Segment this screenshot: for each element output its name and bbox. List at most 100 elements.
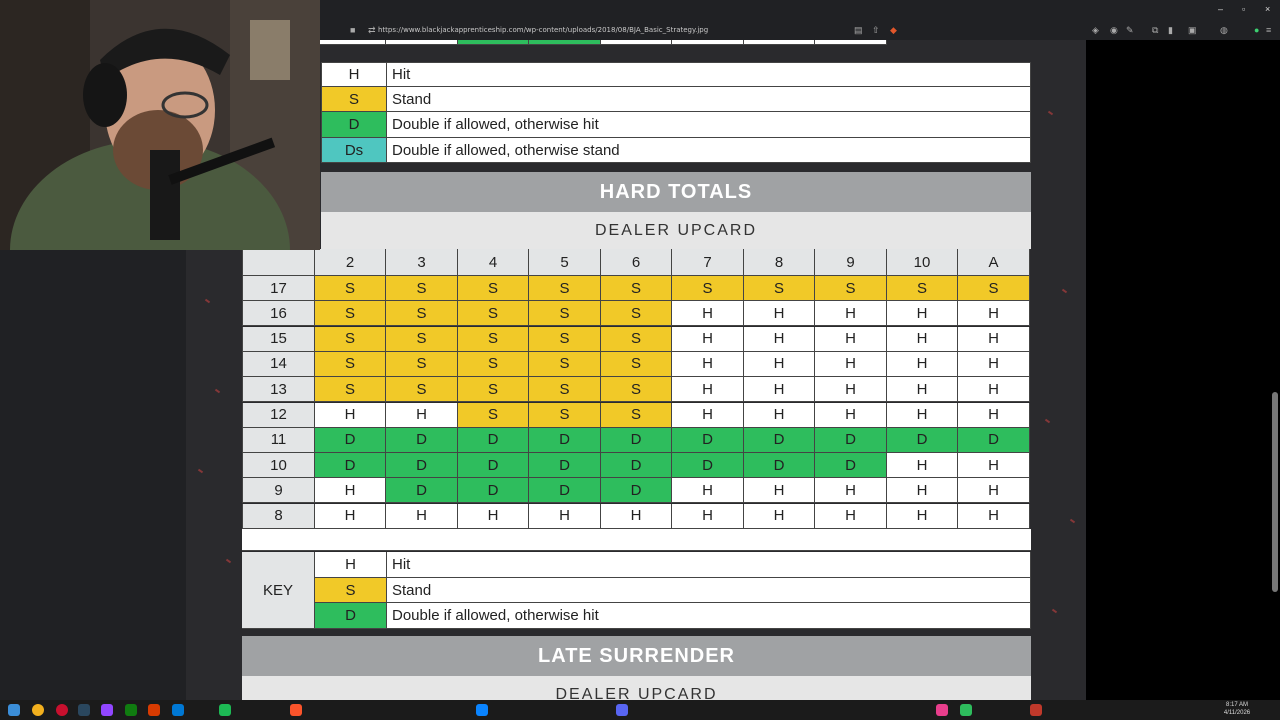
strategy-cell: D [386,427,458,453]
clock[interactable]: 8:17 AM 4/11/2026 [1222,701,1252,717]
strategy-cell: H [744,301,815,327]
extension-icon[interactable]: ◈ [1092,25,1099,35]
strategy-cell: H [672,351,744,377]
strategy-cell: S [386,377,458,403]
strategy-cell: S [315,377,386,403]
wallet-icon[interactable]: ▣ [1188,25,1197,35]
strategy-cell: S [315,351,386,377]
key-code: H [321,62,387,87]
minimize-button[interactable]: – [1218,4,1223,14]
pen-icon[interactable]: ✎ [1126,25,1134,35]
basic-strategy-chart: H Hit S Stand D Double if allowed, other… [242,40,1031,700]
strategy-cell: H [744,478,815,504]
app-icon[interactable] [1030,704,1042,716]
strategy-cell: S [672,276,744,301]
strategy-cell: S [458,301,529,327]
clock-date: 4/11/2026 [1223,710,1251,716]
app-icon[interactable] [172,704,184,716]
brave-icon[interactable] [290,704,302,716]
strategy-cell: H [958,453,1030,479]
hard-totals-title: HARD TOTALS [321,172,1031,212]
strategy-cell: S [529,276,601,301]
strategy-cell: D [458,453,529,479]
start-icon[interactable] [8,704,20,716]
strategy-cell: H [744,503,815,529]
chrome-icon[interactable] [32,704,44,716]
strategy-cell: H [744,402,815,428]
strategy-cell: H [744,377,815,403]
strategy-cell: H [887,377,958,403]
upcard-header: 8 [744,249,815,276]
key-row-stand: S Stand [315,578,1031,603]
hard-total-row: 16 S S S S S H H H H H [242,301,1030,327]
strategy-cell: S [386,276,458,301]
strategy-cell: S [386,301,458,327]
upcard-header: 10 [887,249,958,276]
strategy-cell: S [458,402,529,428]
vpn-icon[interactable]: ◍ [1220,25,1228,35]
strategy-cell: S [529,301,601,327]
app-icon[interactable] [960,704,972,716]
webcam-overlay [0,0,320,250]
strategy-cell: S [458,276,529,301]
strategy-cell: H [458,503,529,529]
player-total: 9 [242,478,315,504]
hard-total-row: 11 D D D D D D D D D D [242,427,1030,453]
steam-icon[interactable] [78,704,90,716]
close-button[interactable]: × [1265,4,1270,14]
app-icon[interactable] [936,704,948,716]
strategy-cell: H [672,301,744,327]
strategy-cell: H [744,326,815,352]
player-total: 8 [242,503,315,529]
hard-total-row: 12 H H S S S H H H H H [242,402,1030,428]
hard-total-row: 15 S S S S S H H H H H [242,326,1030,352]
profile-icon[interactable]: ● [1254,25,1259,35]
sidebar-icon[interactable]: ▮ [1168,25,1173,35]
strategy-cell: H [315,402,386,428]
bookmark-icon[interactable]: ■ [350,25,355,35]
strategy-cell: D [744,453,815,479]
site-info-icon[interactable]: ⇄ [368,25,376,35]
puzzle-icon[interactable]: ⧉ [1152,25,1158,35]
strategy-cell: S [601,326,672,352]
key-code: Ds [321,138,387,163]
key-code: D [315,603,387,629]
strategy-cell: D [672,453,744,479]
address-bar[interactable]: https://www.blackjackapprenticeship.com/… [378,24,898,36]
strategy-cell: H [958,377,1030,403]
strategy-cell: S [601,301,672,327]
extension-icon[interactable]: ◉ [1110,25,1118,35]
app-icon[interactable] [56,704,68,716]
strategy-cell: D [315,427,386,453]
hard-total-row: 10 D D D D D D D D H H [242,453,1030,479]
app-icon[interactable] [476,704,488,716]
strategy-cell: D [386,453,458,479]
app-icon[interactable] [148,704,160,716]
xbox-icon[interactable] [125,704,137,716]
strategy-cell: D [958,427,1030,453]
hard-total-row: 8HHHHHHHHHH [242,503,1030,529]
strategy-cell: S [601,377,672,403]
key-row-double: D Double if allowed, otherwise hit [315,603,1031,629]
dealer-upcard-label: DEALER UPCARD [242,676,1031,700]
scrollbar[interactable] [1272,392,1278,592]
strategy-cell: H [315,478,386,504]
strategy-cell: H [386,503,458,529]
key-description: Double if allowed, otherwise hit [387,603,1031,629]
upcard-header: 7 [672,249,744,276]
obs-icon[interactable] [101,704,113,716]
app-icon[interactable] [219,704,231,716]
discord-icon[interactable] [616,704,628,716]
maximize-button[interactable]: ▫ [1242,4,1245,14]
menu-icon[interactable]: ≡ [1266,25,1271,35]
blank-row [242,529,1031,551]
strategy-cell: D [529,427,601,453]
strategy-cell: H [386,402,458,428]
strategy-cell: H [887,301,958,327]
strategy-cell: H [815,402,887,428]
strategy-cell: H [529,503,601,529]
key-row-double-stand: Ds Double if allowed, otherwise stand [321,138,1031,163]
strategy-cell: D [601,427,672,453]
key-code: S [315,578,387,603]
strategy-cell: S [815,276,887,301]
